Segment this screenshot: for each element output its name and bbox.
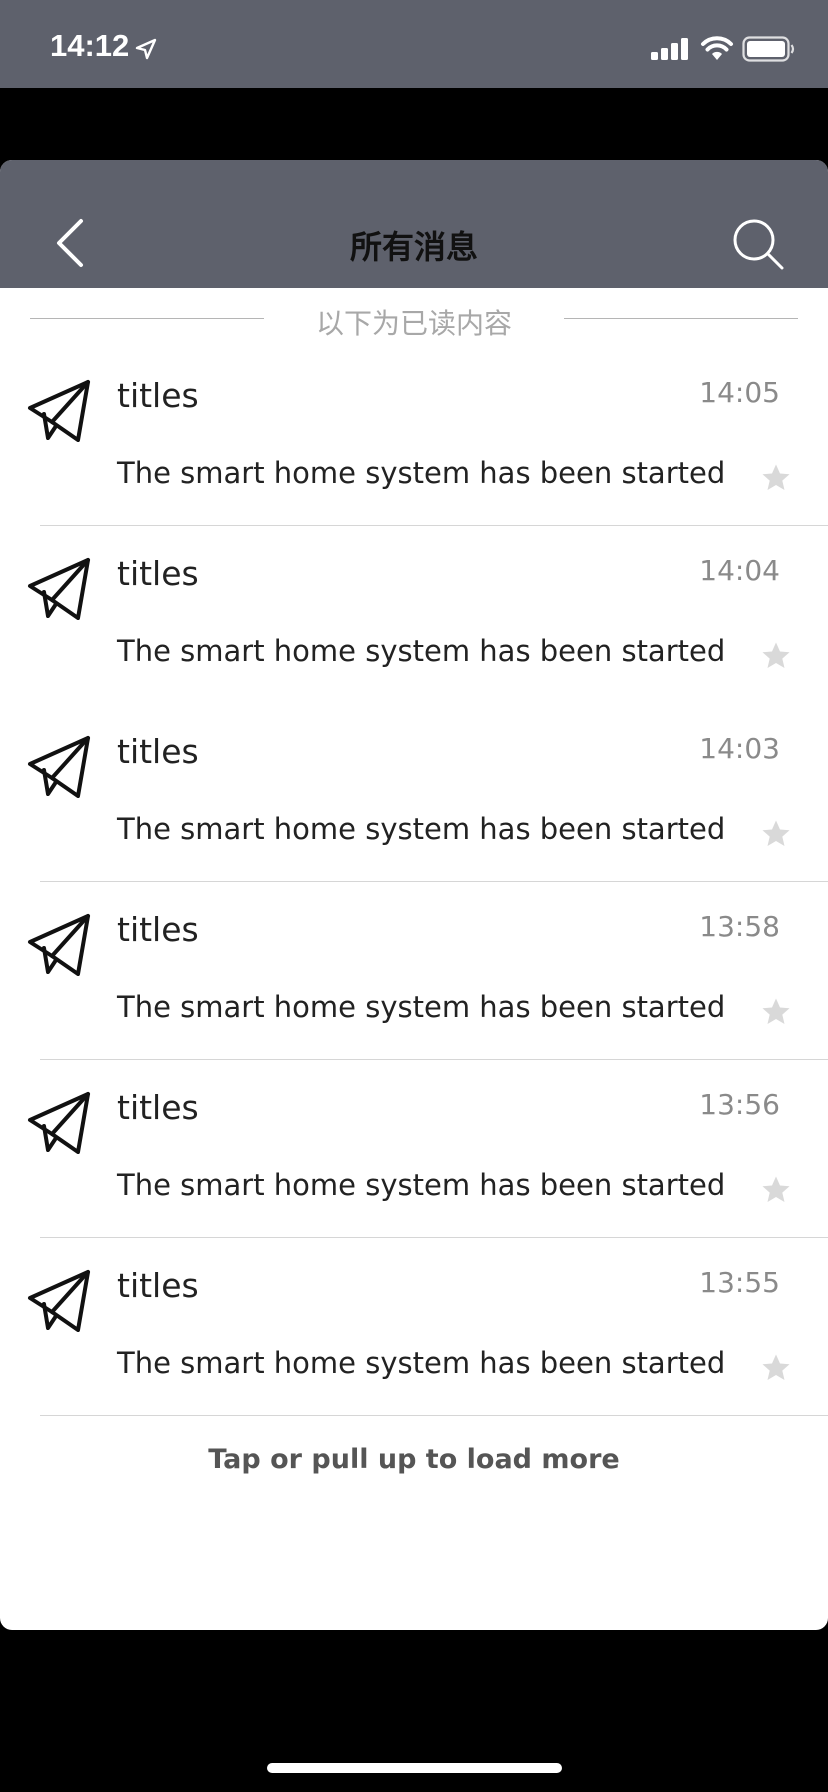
- row-separator: [40, 1415, 828, 1416]
- list-item[interactable]: titles 13:56 The smart home system has b…: [0, 1060, 828, 1238]
- message-time: 13:55: [699, 1266, 780, 1299]
- page-title: 所有消息: [349, 228, 478, 266]
- message-list: titles 14:05 The smart home system has b…: [0, 348, 828, 1416]
- battery-icon: [742, 36, 795, 62]
- message-time: 13:58: [699, 910, 780, 943]
- status-time: 14:12: [50, 28, 130, 63]
- nav-bar: 所有消息: [0, 160, 828, 288]
- message-time: 14:03: [699, 732, 780, 765]
- home-indicator[interactable]: [267, 1763, 562, 1773]
- message-body: The smart home system has been started: [117, 1346, 726, 1380]
- list-item[interactable]: titles 14:04 The smart home system has b…: [0, 526, 828, 704]
- divider-line-right: [564, 318, 798, 319]
- paper-plane-icon: [28, 1270, 90, 1332]
- phone-screen: 14:12 所有消息 以下为已读内容 titles 14:05 The smar…: [0, 0, 828, 1792]
- list-item[interactable]: titles 14:03 The smart home system has b…: [0, 704, 828, 882]
- message-title: titles: [117, 554, 199, 593]
- star-icon[interactable]: [761, 819, 791, 849]
- search-icon[interactable]: [730, 216, 786, 272]
- list-item[interactable]: titles 13:55 The smart home system has b…: [0, 1238, 828, 1416]
- message-time: 13:56: [699, 1088, 780, 1121]
- load-more-button[interactable]: Tap or pull up to load more: [0, 1444, 828, 1475]
- paper-plane-icon: [28, 380, 90, 442]
- wifi-icon: [701, 36, 733, 60]
- read-divider-label: 以下为已读内容: [315, 307, 512, 340]
- paper-plane-icon: [28, 914, 90, 976]
- message-title: titles: [117, 910, 199, 949]
- paper-plane-icon: [28, 1092, 90, 1154]
- paper-plane-icon: [28, 736, 90, 798]
- message-time: 14:05: [699, 376, 780, 409]
- message-title: titles: [117, 1266, 199, 1305]
- list-item[interactable]: titles 13:58 The smart home system has b…: [0, 882, 828, 1060]
- message-body: The smart home system has been started: [117, 1168, 726, 1202]
- star-icon[interactable]: [761, 641, 791, 671]
- cellular-signal-icon: [651, 38, 688, 60]
- message-body: The smart home system has been started: [117, 634, 726, 668]
- message-body: The smart home system has been started: [117, 812, 726, 846]
- messages-sheet: 所有消息 以下为已读内容 titles 14:05 The smart home…: [0, 160, 828, 1630]
- location-arrow-icon: [135, 38, 157, 60]
- message-body: The smart home system has been started: [117, 990, 726, 1024]
- message-time: 14:04: [699, 554, 780, 587]
- star-icon[interactable]: [761, 997, 791, 1027]
- message-title: titles: [117, 1088, 199, 1127]
- read-divider: 以下为已读内容: [0, 288, 828, 348]
- list-item[interactable]: titles 14:05 The smart home system has b…: [0, 348, 828, 526]
- status-bar: 14:12: [0, 0, 828, 88]
- message-title: titles: [117, 376, 199, 415]
- message-body: The smart home system has been started: [117, 456, 726, 490]
- star-icon[interactable]: [761, 1353, 791, 1383]
- message-title: titles: [117, 732, 199, 771]
- star-icon[interactable]: [761, 1175, 791, 1205]
- star-icon[interactable]: [761, 463, 791, 493]
- paper-plane-icon: [28, 558, 90, 620]
